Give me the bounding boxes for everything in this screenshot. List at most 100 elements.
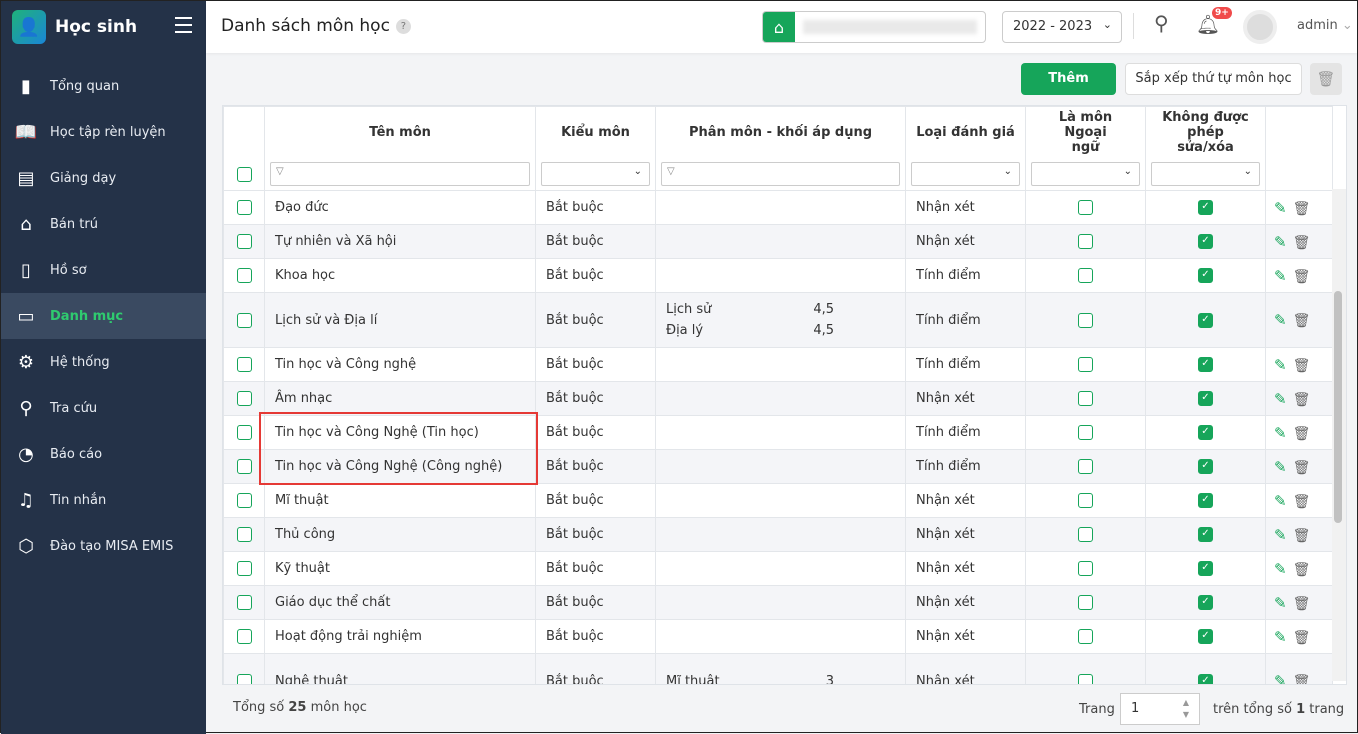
trash-icon[interactable]: 🗑︎ xyxy=(1293,358,1311,374)
row-checkbox[interactable] xyxy=(236,312,252,328)
row-checkbox[interactable] xyxy=(236,527,252,542)
sidebar-item[interactable]: ▯ Hồ sơ xyxy=(1,247,206,293)
sidebar-item[interactable]: ◔ Báo cáo xyxy=(1,431,206,477)
foreign-checkbox[interactable] xyxy=(1078,425,1093,440)
row-checkbox[interactable] xyxy=(236,425,252,440)
trash-icon[interactable]: 🗑︎ xyxy=(1293,201,1311,217)
edit-icon[interactable]: ✎ xyxy=(1274,199,1287,217)
user-menu[interactable]: admin ⌄ xyxy=(1297,18,1353,33)
table-row[interactable]: Khoa học Bắt buộc Tính điểm ✓ ✎ 🗑︎ xyxy=(223,258,1333,293)
row-checkbox[interactable] xyxy=(236,200,252,215)
school-year-select[interactable]: 2022 - 2023 ⌄ xyxy=(1002,11,1122,43)
foreign-filter-select[interactable]: ⌄ xyxy=(1031,162,1140,187)
select-all-checkbox[interactable] xyxy=(236,166,252,182)
row-checkbox[interactable] xyxy=(236,357,252,372)
evaluation-filter-select[interactable]: ⌄ xyxy=(911,162,1020,187)
locked-checkbox[interactable]: ✓ xyxy=(1198,312,1213,328)
locked-checkbox[interactable]: ✓ xyxy=(1198,527,1213,542)
search-stats-icon[interactable]: ⚲ xyxy=(1154,11,1169,35)
sidebar-item[interactable]: 📖 Học tập rèn luyện xyxy=(1,109,206,155)
sidebar-item[interactable]: ▮ Tổng quan xyxy=(1,63,206,109)
add-button[interactable]: Thêm xyxy=(1021,63,1116,95)
locked-checkbox[interactable]: ✓ xyxy=(1198,629,1213,644)
trash-icon[interactable]: 🗑︎ xyxy=(1293,235,1311,251)
trash-icon[interactable]: 🗑︎ xyxy=(1293,630,1311,646)
locked-checkbox[interactable]: ✓ xyxy=(1198,391,1213,406)
row-checkbox[interactable] xyxy=(236,673,252,684)
sidebar-item[interactable]: ⌂ Bán trú xyxy=(1,201,206,247)
edit-icon[interactable]: ✎ xyxy=(1274,672,1287,684)
locked-filter-select[interactable]: ⌄ xyxy=(1151,162,1260,187)
trash-icon[interactable]: 🗑︎ xyxy=(1293,528,1311,544)
school-selector[interactable]: ⌂ xyxy=(762,11,986,43)
locked-checkbox[interactable]: ✓ xyxy=(1198,595,1213,610)
type-filter-select[interactable]: ⌄ xyxy=(541,162,650,187)
table-row[interactable]: Tin học và Công Nghệ (Công nghệ) Bắt buộ… xyxy=(223,449,1333,484)
locked-checkbox[interactable]: ✓ xyxy=(1198,357,1213,372)
menu-toggle-icon[interactable] xyxy=(175,17,192,38)
subsubject-filter-input[interactable]: ▽ xyxy=(661,162,900,187)
table-scrollbar[interactable] xyxy=(1332,189,1346,681)
foreign-checkbox[interactable] xyxy=(1078,673,1093,684)
sort-subjects-button[interactable]: Sắp xếp thứ tự môn học xyxy=(1125,63,1302,95)
help-icon[interactable]: ? xyxy=(395,19,411,34)
table-row[interactable]: Tin học và Công nghệ Bắt buộc Tính điểm … xyxy=(223,347,1333,382)
table-row[interactable]: Âm nhạc Bắt buộc Nhận xét ✓ ✎ 🗑︎ xyxy=(223,381,1333,416)
edit-icon[interactable]: ✎ xyxy=(1274,233,1287,251)
col-header-foreign-language[interactable]: Là môn Ngoại ngữ xyxy=(1025,106,1146,159)
table-row[interactable]: Lịch sử và Địa lí Bắt buộc Lịch sử 4,5 Địa… xyxy=(223,292,1333,348)
foreign-checkbox[interactable] xyxy=(1078,629,1093,644)
foreign-checkbox[interactable] xyxy=(1078,459,1093,474)
table-row[interactable]: Tự nhiên và Xã hội Bắt buộc Nhận xét ✓ ✎… xyxy=(223,224,1333,259)
foreign-checkbox[interactable] xyxy=(1078,268,1093,283)
trash-icon[interactable]: 🗑︎ xyxy=(1293,674,1311,684)
table-row[interactable]: Kỹ thuật Bắt buộc Nhận xét ✓ ✎ 🗑︎ xyxy=(223,551,1333,586)
row-checkbox[interactable] xyxy=(236,561,252,576)
foreign-checkbox[interactable] xyxy=(1078,493,1093,508)
edit-icon[interactable]: ✎ xyxy=(1274,311,1287,329)
edit-icon[interactable]: ✎ xyxy=(1274,356,1287,374)
locked-checkbox[interactable]: ✓ xyxy=(1198,561,1213,576)
trash-icon[interactable]: 🗑︎ xyxy=(1293,460,1311,476)
edit-icon[interactable]: ✎ xyxy=(1274,594,1287,612)
row-checkbox[interactable] xyxy=(236,493,252,508)
sidebar-item[interactable]: ⬡ Đào tạo MISA EMIS xyxy=(1,523,206,569)
foreign-checkbox[interactable] xyxy=(1078,527,1093,542)
table-row[interactable]: Đạo đức Bắt buộc Nhận xét ✓ ✎ 🗑︎ xyxy=(223,190,1333,225)
trash-icon[interactable]: 🗑︎ xyxy=(1293,313,1311,329)
sidebar-item[interactable]: ▭ Danh mục xyxy=(1,293,206,339)
row-checkbox[interactable] xyxy=(236,595,252,610)
scrollbar-thumb[interactable] xyxy=(1334,291,1342,523)
foreign-checkbox[interactable] xyxy=(1078,312,1093,328)
trash-icon[interactable]: 🗑︎ xyxy=(1293,562,1311,578)
table-row[interactable]: Nghệ thuật Bắt buộc Mĩ thuật 3 Nhận xét ✓… xyxy=(223,653,1333,684)
edit-icon[interactable]: ✎ xyxy=(1274,560,1287,578)
locked-checkbox[interactable]: ✓ xyxy=(1198,673,1213,684)
spinner-icon[interactable]: ▲ ▼ xyxy=(1183,697,1189,721)
page-number-input[interactable]: 1 ▲ ▼ xyxy=(1120,693,1200,725)
foreign-checkbox[interactable] xyxy=(1078,200,1093,215)
foreign-checkbox[interactable] xyxy=(1078,391,1093,406)
col-header-type[interactable]: Kiểu môn xyxy=(535,106,656,159)
edit-icon[interactable]: ✎ xyxy=(1274,526,1287,544)
trash-icon[interactable]: 🗑︎ xyxy=(1293,596,1311,612)
trash-icon[interactable]: 🗑︎ xyxy=(1293,494,1311,510)
edit-icon[interactable]: ✎ xyxy=(1274,628,1287,646)
row-checkbox[interactable] xyxy=(236,459,252,474)
delete-button[interactable]: 🗑︎ xyxy=(1310,63,1342,95)
sidebar-item[interactable]: ⚲ Tra cứu xyxy=(1,385,206,431)
foreign-checkbox[interactable] xyxy=(1078,234,1093,249)
row-checkbox[interactable] xyxy=(236,391,252,406)
sidebar-item[interactable]: ♫ Tin nhắn xyxy=(1,477,206,523)
col-header-subsubject[interactable]: Phân môn - khối áp dụng xyxy=(655,106,906,159)
edit-icon[interactable]: ✎ xyxy=(1274,424,1287,442)
sidebar-item[interactable]: ⚙ Hệ thống xyxy=(1,339,206,385)
foreign-checkbox[interactable] xyxy=(1078,595,1093,610)
edit-icon[interactable]: ✎ xyxy=(1274,390,1287,408)
locked-checkbox[interactable]: ✓ xyxy=(1198,200,1213,215)
col-header-evaluation[interactable]: Loại đánh giá xyxy=(905,106,1026,159)
table-row[interactable]: Mĩ thuật Bắt buộc Nhận xét ✓ ✎ 🗑︎ xyxy=(223,483,1333,518)
locked-checkbox[interactable]: ✓ xyxy=(1198,425,1213,440)
table-row[interactable]: Hoạt động trải nghiệm Bắt buộc Nhận xét … xyxy=(223,619,1333,654)
col-header-locked[interactable]: Không được phép sửa/xóa xyxy=(1145,106,1266,159)
